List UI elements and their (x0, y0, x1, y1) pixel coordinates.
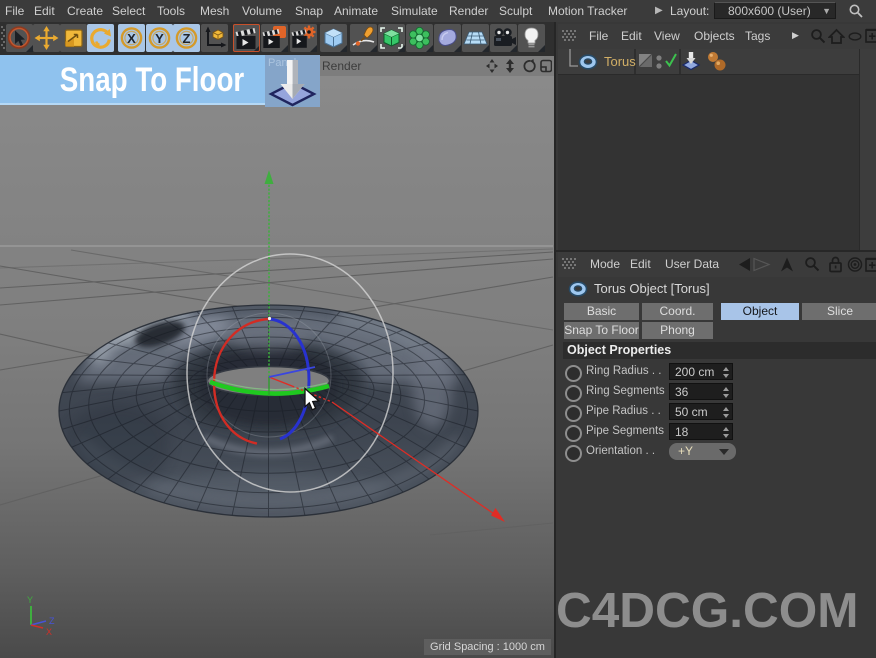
svg-text:X: X (127, 31, 136, 46)
svg-text:Y: Y (27, 595, 33, 605)
svg-text:X: X (46, 627, 52, 637)
svg-text:Z: Z (183, 31, 191, 46)
svg-text:Y: Y (155, 31, 164, 46)
svg-text:Z: Z (49, 616, 55, 626)
